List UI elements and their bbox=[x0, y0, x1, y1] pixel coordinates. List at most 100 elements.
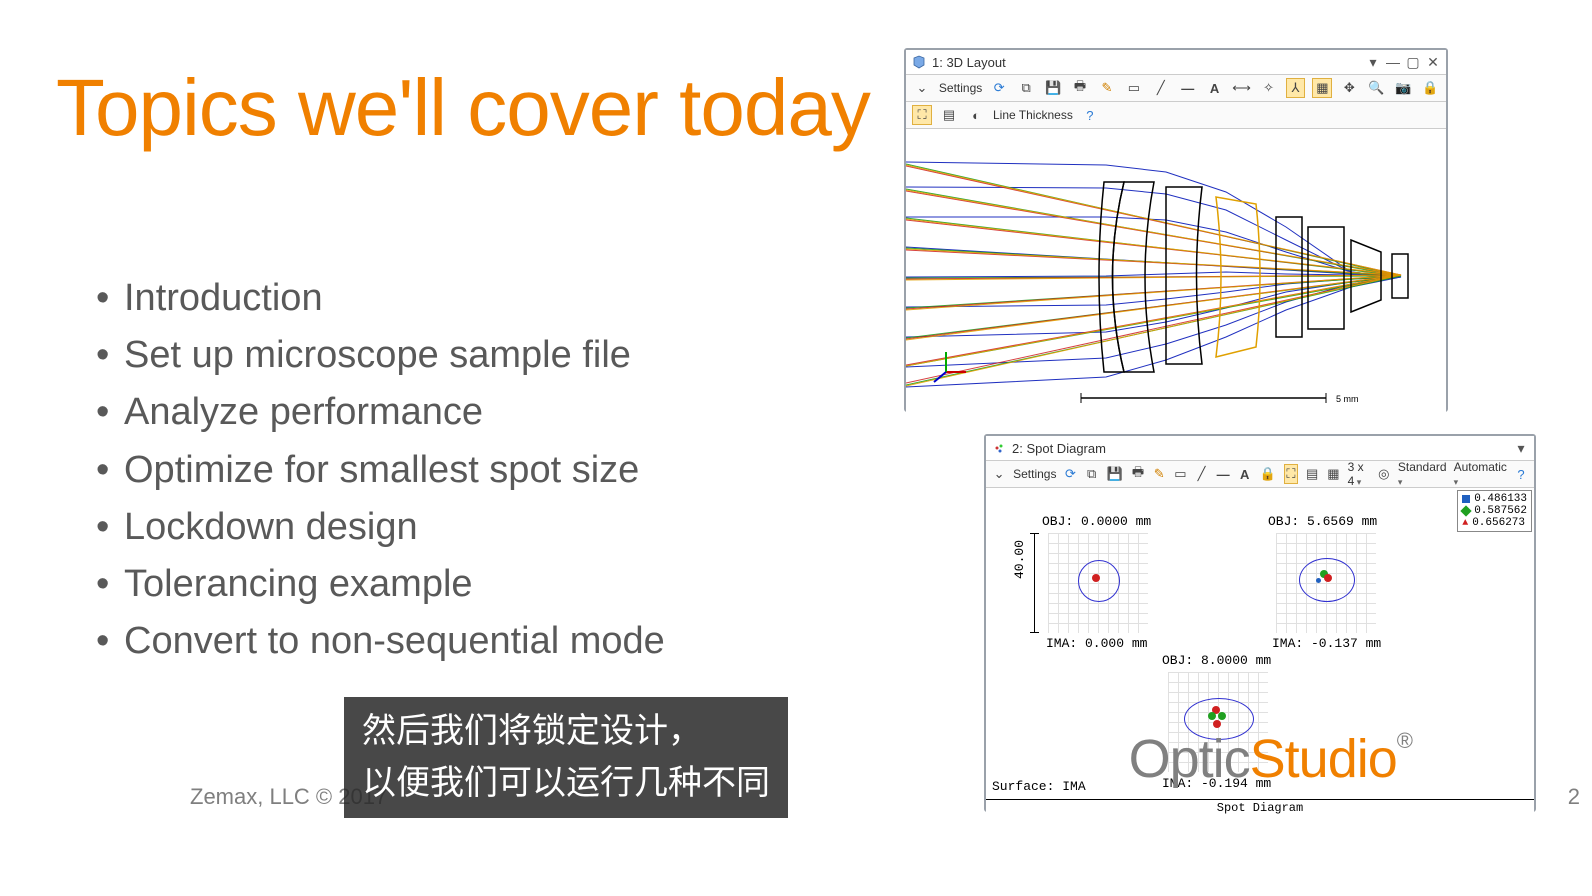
dimension-icon[interactable]: ⟷ bbox=[1232, 78, 1252, 98]
line-icon[interactable]: ╱ bbox=[1195, 464, 1209, 484]
grid-size-dropdown[interactable]: 3 x 4 bbox=[1348, 460, 1370, 488]
spot-point bbox=[1324, 574, 1332, 582]
bullet-item: Set up microscope sample file bbox=[96, 327, 665, 383]
caption-line: 以便我们可以运行几种不同 bbox=[362, 757, 770, 810]
text-icon[interactable]: A bbox=[1205, 78, 1225, 98]
legend-swatch: ▲ bbox=[1462, 518, 1468, 529]
window-title-text: 2: Spot Diagram bbox=[1012, 441, 1106, 456]
settings-button[interactable]: Settings bbox=[1013, 467, 1056, 481]
window-titlebar[interactable]: 1: 3D Layout ▾ — ▢ ✕ bbox=[906, 50, 1446, 75]
spot-point bbox=[1213, 720, 1221, 728]
copy-icon[interactable]: ⧉ bbox=[1085, 464, 1099, 484]
fit-icon[interactable]: ⛶ bbox=[912, 105, 932, 125]
axis-label: 40.00 bbox=[1012, 540, 1027, 579]
print-icon[interactable]: 🖶 bbox=[1070, 78, 1090, 98]
bullet-item: Introduction bbox=[96, 270, 665, 326]
spot-ima-label: IMA: 0.000 mm bbox=[1046, 636, 1147, 651]
spot-point bbox=[1208, 712, 1216, 720]
minimize-icon[interactable]: — bbox=[1386, 54, 1400, 71]
maximize-icon[interactable]: ▢ bbox=[1406, 54, 1420, 71]
line-thickness-dropdown[interactable]: Line Thickness bbox=[993, 108, 1073, 122]
close-icon[interactable]: ✕ bbox=[1426, 54, 1440, 71]
lock-icon[interactable]: 🔒 bbox=[1420, 78, 1440, 98]
bullet-item: Tolerancing example bbox=[96, 556, 665, 612]
text-icon[interactable]: A bbox=[1238, 464, 1252, 484]
dash-icon[interactable]: — bbox=[1178, 78, 1198, 98]
logo-part1: Optic bbox=[1129, 729, 1250, 789]
canvas-3d-layout[interactable]: 5 mm bbox=[906, 129, 1446, 413]
window-3d-layout: 1: 3D Layout ▾ — ▢ ✕ ⌄ Settings ⟳ ⧉ 💾 🖶 … bbox=[904, 48, 1448, 412]
move-icon[interactable]: ✥ bbox=[1339, 78, 1359, 98]
spot-point bbox=[1316, 578, 1321, 583]
rect-icon[interactable]: ▭ bbox=[1124, 78, 1144, 98]
toolbar-primary: ⌄ Settings ⟳ ⧉ 💾 🖶 ✎ ▭ ╱ — A ⟷ ✧ ⅄ ▦ ✥ 🔍… bbox=[906, 75, 1446, 102]
mode-dropdown-1[interactable]: Standard bbox=[1398, 460, 1447, 488]
logo-registered: ® bbox=[1397, 728, 1412, 753]
fit-icon[interactable]: ⛶ bbox=[1284, 464, 1298, 484]
pencil-icon[interactable]: ✎ bbox=[1152, 464, 1166, 484]
scale-label: 5 mm bbox=[1336, 394, 1359, 404]
expand-icon[interactable]: ⌄ bbox=[912, 78, 932, 98]
subtitle-caption: 然后我们将锁定设计， 以便我们可以运行几种不同 bbox=[344, 697, 788, 818]
copy-icon[interactable]: ⧉ bbox=[1016, 78, 1036, 98]
divider bbox=[986, 799, 1534, 800]
legend-label: 0.587562 bbox=[1474, 505, 1527, 517]
bullet-item: Lockdown design bbox=[96, 499, 665, 555]
expand-icon[interactable]: ⌄ bbox=[992, 464, 1006, 484]
compass-icon[interactable]: ✧ bbox=[1259, 78, 1279, 98]
bullet-list: Introduction Set up microscope sample fi… bbox=[56, 270, 665, 671]
page-icon[interactable]: ▤ bbox=[939, 105, 959, 125]
toolbar-primary: ⌄ Settings ⟳ ⧉ 💾 🖶 ✎ ▭ ╱ — A 🔒 ⛶ ▤ ▦ 3 x… bbox=[986, 461, 1534, 488]
pencil-icon[interactable]: ✎ bbox=[1097, 78, 1117, 98]
circle-icon[interactable]: ◐ bbox=[966, 105, 986, 125]
caption-line: 然后我们将锁定设计， bbox=[362, 705, 770, 758]
dropdown-icon[interactable]: ▾ bbox=[1514, 440, 1528, 457]
settings-button[interactable]: Settings bbox=[939, 81, 982, 95]
page-number: 2 bbox=[1568, 784, 1580, 810]
lens-raytrace-svg: 5 mm bbox=[906, 129, 1446, 413]
legend-label: 0.656273 bbox=[1472, 517, 1525, 529]
dash-icon[interactable]: — bbox=[1216, 464, 1231, 484]
opticstudio-logo: OpticStudio® bbox=[1129, 728, 1412, 790]
grid-icon[interactable]: ▦ bbox=[1312, 78, 1332, 98]
window-title-text: 1: 3D Layout bbox=[932, 55, 1006, 70]
camera-icon[interactable]: 📷 bbox=[1393, 78, 1413, 98]
spot-point bbox=[1218, 712, 1226, 720]
spot-ima-label: IMA: -0.137 mm bbox=[1272, 636, 1381, 651]
legend-swatch bbox=[1462, 495, 1470, 503]
spot-obj-label: OBJ: 5.6569 mm bbox=[1268, 514, 1377, 529]
bullet-item: Analyze performance bbox=[96, 384, 665, 440]
app-icon bbox=[912, 55, 926, 69]
surface-label: Surface: IMA bbox=[992, 779, 1086, 794]
toolbar-secondary: ⛶ ▤ ◐ Line Thickness ? bbox=[906, 102, 1446, 129]
dropdown-icon[interactable]: ▾ bbox=[1366, 54, 1380, 71]
print-icon[interactable]: 🖶 bbox=[1131, 464, 1145, 484]
help-icon[interactable]: ? bbox=[1514, 464, 1528, 484]
save-icon[interactable]: 💾 bbox=[1106, 464, 1124, 484]
rect-icon[interactable]: ▭ bbox=[1173, 464, 1187, 484]
spot-app-icon bbox=[992, 441, 1006, 455]
refresh-icon[interactable]: ⟳ bbox=[989, 78, 1009, 98]
save-icon[interactable]: 💾 bbox=[1043, 78, 1063, 98]
refresh-icon[interactable]: ⟳ bbox=[1063, 464, 1077, 484]
window-titlebar[interactable]: 2: Spot Diagram ▾ bbox=[986, 436, 1534, 461]
mode-dropdown-2[interactable]: Automatic bbox=[1454, 460, 1507, 488]
grid-toggle-icon[interactable]: ▦ bbox=[1326, 464, 1340, 484]
page-icon[interactable]: ▤ bbox=[1305, 464, 1319, 484]
help-icon[interactable]: ? bbox=[1080, 105, 1100, 125]
target-icon[interactable]: ◎ bbox=[1377, 464, 1391, 484]
axes-icon[interactable]: ⅄ bbox=[1286, 78, 1306, 98]
bullet-item: Convert to non-sequential mode bbox=[96, 613, 665, 669]
chart-footer-label: Spot Diagram bbox=[986, 801, 1534, 815]
axis-line bbox=[1034, 533, 1035, 633]
legend-label: 0.486133 bbox=[1474, 493, 1527, 505]
zoom-icon[interactable]: 🔍 bbox=[1366, 78, 1386, 98]
lock-icon[interactable]: 🔒 bbox=[1259, 464, 1277, 484]
slide-title: Topics we'll cover today bbox=[56, 62, 870, 154]
axis-tick bbox=[1030, 533, 1039, 534]
spot-obj-label: OBJ: 0.0000 mm bbox=[1042, 514, 1151, 529]
spot-obj-label: OBJ: 8.0000 mm bbox=[1162, 653, 1271, 668]
axis-tick bbox=[1030, 632, 1039, 633]
line-icon[interactable]: ╱ bbox=[1151, 78, 1171, 98]
legend-swatch bbox=[1461, 505, 1472, 516]
